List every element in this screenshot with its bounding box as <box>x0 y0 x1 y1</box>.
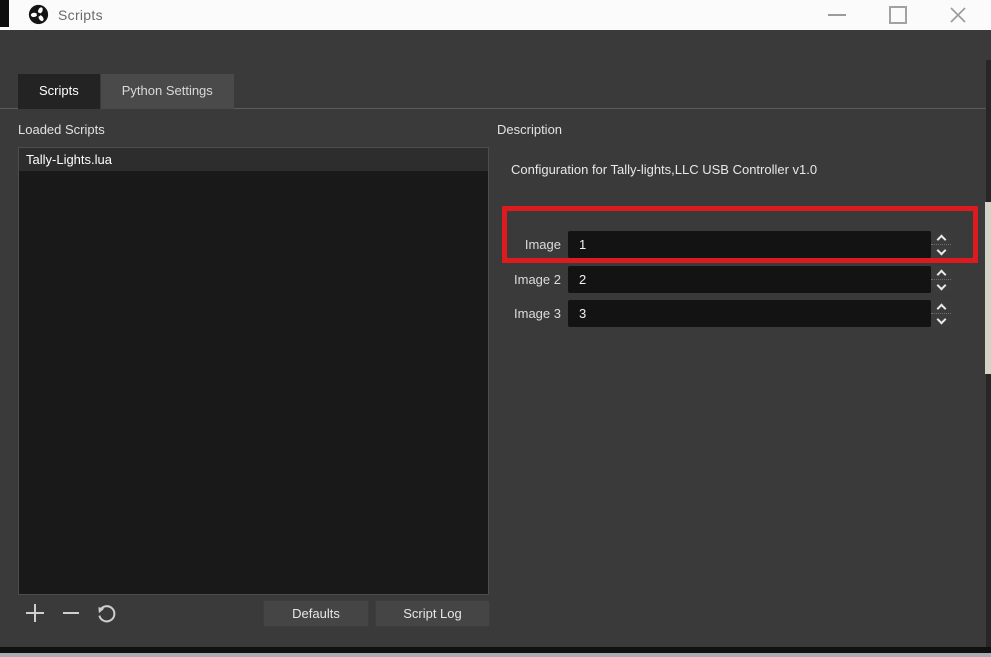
titlebar[interactable]: Scripts <box>0 0 991 30</box>
add-script-button[interactable] <box>22 600 48 626</box>
scripts-dialog-window: Scripts Scripts Python Settings Loaded S… <box>0 0 991 657</box>
chevron-down-icon <box>936 280 946 290</box>
script-log-button[interactable]: Script Log <box>375 600 490 627</box>
chevron-up-icon <box>936 269 946 279</box>
spin-up-button[interactable] <box>931 231 951 245</box>
tab-python-settings[interactable]: Python Settings <box>99 74 234 109</box>
chevron-up-icon <box>936 303 946 313</box>
plus-icon <box>26 604 44 622</box>
loaded-scripts-heading: Loaded Scripts <box>18 122 105 137</box>
spin-down-button[interactable] <box>931 245 951 258</box>
script-description-text: Configuration for Tally-lights,LLC USB C… <box>511 162 818 177</box>
spin-down-button[interactable] <box>931 314 951 327</box>
background-sliver <box>985 202 991 374</box>
dialog-body: Scripts Python Settings Loaded Scripts T… <box>0 30 991 657</box>
spin-down-button[interactable] <box>931 280 951 293</box>
window-title: Scripts <box>58 7 103 23</box>
field-label-image-2: Image 2 <box>514 272 561 287</box>
spin-up-button[interactable] <box>931 266 951 280</box>
image-2-spinbox-input[interactable]: 2 <box>568 266 931 293</box>
obs-logo-icon <box>28 4 49 25</box>
minimize-icon[interactable] <box>828 14 846 16</box>
image-spinbox-input[interactable]: 1 <box>568 231 931 258</box>
image-2-spinner <box>931 266 951 293</box>
remove-script-button[interactable] <box>58 600 84 626</box>
image-3-spinner <box>931 300 951 327</box>
window-bottom-edge <box>0 653 991 657</box>
loaded-scripts-list[interactable]: Tally-Lights.lua <box>18 147 489 595</box>
maximize-icon[interactable] <box>889 6 907 24</box>
defaults-button[interactable]: Defaults <box>263 600 369 627</box>
tab-bar: Scripts Python Settings <box>18 74 234 109</box>
field-label-image-3: Image 3 <box>514 306 561 321</box>
tab-scripts[interactable]: Scripts <box>18 74 100 109</box>
chevron-up-icon <box>936 234 946 244</box>
reload-scripts-button[interactable] <box>94 600 120 626</box>
minus-icon <box>63 612 79 614</box>
close-window-icon[interactable] <box>947 4 969 26</box>
chevron-down-icon <box>936 314 946 324</box>
reload-icon <box>98 605 116 623</box>
image-3-spinbox-input[interactable]: 3 <box>568 300 931 327</box>
image-spinner <box>931 231 951 258</box>
list-item-selected-script[interactable]: Tally-Lights.lua <box>19 148 488 171</box>
description-heading: Description <box>497 122 563 137</box>
spin-up-button[interactable] <box>931 300 951 314</box>
field-label-image: Image <box>524 237 561 252</box>
chevron-down-icon <box>936 245 946 255</box>
screenshot-edge-artifact <box>0 0 9 27</box>
